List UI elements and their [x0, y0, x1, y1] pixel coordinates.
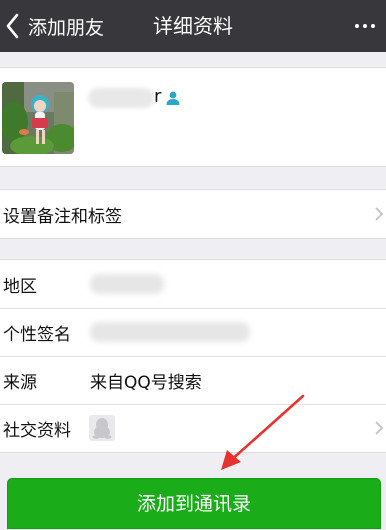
chevron-right-icon [375, 207, 384, 221]
nickname-redacted [88, 88, 154, 108]
remark-tags-label: 设置备注和标签 [3, 206, 122, 227]
signature-row: 个性签名 [0, 308, 386, 356]
region-redacted [90, 274, 164, 294]
page-title: 详细资料 [153, 14, 233, 38]
title-bar: 添加朋友 详细资料 [0, 0, 386, 52]
region-label: 地区 [3, 276, 37, 297]
person-icon [166, 91, 180, 105]
source-label: 来源 [3, 372, 37, 393]
region-row: 地区 [0, 260, 386, 308]
remark-tags-row[interactable]: 设置备注和标签 [0, 190, 386, 238]
remark-group: 设置备注和标签 [0, 189, 386, 239]
source-value: 来自QQ号搜索 [90, 372, 202, 393]
qq-penguin-icon [89, 415, 115, 441]
social-profile-label: 社交资料 [3, 420, 71, 441]
nickname: r [154, 86, 162, 107]
social-profile-row[interactable]: 社交资料 [0, 404, 386, 452]
info-group: 地区 个性签名 来源 来自QQ号搜索 社交资料 [0, 259, 386, 453]
avatar[interactable] [2, 82, 74, 154]
source-row: 来源 来自QQ号搜索 [0, 356, 386, 404]
signature-redacted [90, 322, 250, 342]
add-to-contacts-button[interactable]: 添加到通讯录 [7, 478, 381, 529]
chevron-right-icon [375, 421, 384, 435]
profile-card: r [0, 67, 386, 167]
more-dots-icon[interactable] [350, 0, 380, 52]
signature-label: 个性签名 [3, 324, 71, 345]
